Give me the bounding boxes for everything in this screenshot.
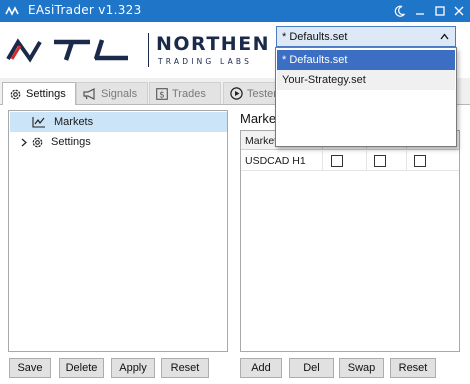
- maximize-icon: [435, 6, 445, 16]
- chevron-right-icon[interactable]: [20, 138, 28, 147]
- close-button[interactable]: [451, 3, 467, 19]
- reset-button[interactable]: Reset: [161, 358, 209, 378]
- title-bar: EAsiTrader v1.323: [0, 0, 470, 22]
- apply-button[interactable]: Apply: [111, 358, 155, 378]
- minimize-icon: [416, 13, 424, 15]
- check-cell-3: [407, 151, 447, 171]
- gear-icon: [10, 89, 21, 99]
- preset-dropdown-list: * Defaults.set Your-Strategy.set: [275, 47, 457, 147]
- maximize-button[interactable]: [432, 3, 448, 19]
- reset-markets-button[interactable]: Reset: [390, 358, 436, 378]
- preset-option-your-strategy[interactable]: Your-Strategy.set: [277, 70, 455, 90]
- swap-button[interactable]: Swap: [339, 358, 384, 378]
- chevron-up-icon: [440, 33, 449, 40]
- table-row[interactable]: USDCAD H1: [241, 151, 459, 171]
- checkbox-2[interactable]: [374, 155, 386, 167]
- check-cell-1: [323, 151, 367, 171]
- dollar-icon: $: [156, 87, 168, 100]
- tree-item-markets-label: Markets: [54, 116, 94, 128]
- tab-settings-label: Settings: [26, 88, 66, 100]
- tree-item-settings-label: Settings: [51, 136, 91, 148]
- chart-line-icon: [32, 117, 45, 128]
- delete-button[interactable]: Delete: [59, 358, 104, 378]
- close-icon: [454, 6, 464, 16]
- minimize-button[interactable]: [412, 3, 428, 19]
- tab-trades[interactable]: $ Trades: [149, 82, 221, 104]
- app-logo-icon: [5, 6, 19, 16]
- gear-icon: [32, 137, 43, 147]
- brand-name: NORTHEN: [156, 33, 271, 55]
- theme-toggle-button[interactable]: [392, 3, 408, 19]
- tab-tester-label: Tester: [247, 87, 277, 100]
- preset-select-value: * Defaults.set: [282, 30, 348, 43]
- add-button[interactable]: Add: [240, 358, 282, 378]
- play-icon: [230, 87, 243, 100]
- brand-subtitle: TRADING LABS: [158, 57, 253, 66]
- preset-option-defaults[interactable]: * Defaults.set: [277, 50, 455, 70]
- del-button[interactable]: Del: [289, 358, 334, 378]
- svg-text:$: $: [159, 90, 164, 100]
- save-button[interactable]: Save: [9, 358, 51, 378]
- moon-icon: [394, 5, 405, 17]
- tab-trades-label: Trades: [172, 87, 206, 100]
- ntl-logo: [6, 38, 128, 63]
- markets-grid[interactable]: Market USDCAD H1: [240, 130, 460, 352]
- tab-signals[interactable]: Signals: [76, 82, 148, 104]
- logo-divider: [148, 33, 149, 67]
- check-cell-2: [367, 151, 407, 171]
- settings-tree[interactable]: Markets Settings: [8, 110, 228, 352]
- tab-settings[interactable]: Settings: [2, 82, 76, 105]
- tree-item-settings[interactable]: Settings: [10, 132, 227, 152]
- tab-tester[interactable]: Tester: [223, 82, 281, 104]
- tab-signals-label: Signals: [101, 87, 138, 100]
- market-symbol-cell: USDCAD H1: [241, 151, 323, 171]
- checkbox-3[interactable]: [414, 155, 426, 167]
- checkbox-1[interactable]: [331, 155, 343, 167]
- megaphone-icon: [83, 87, 95, 100]
- preset-select[interactable]: * Defaults.set: [276, 26, 456, 47]
- tree-item-markets[interactable]: Markets: [10, 112, 227, 132]
- window-title: EAsiTrader v1.323: [28, 3, 142, 17]
